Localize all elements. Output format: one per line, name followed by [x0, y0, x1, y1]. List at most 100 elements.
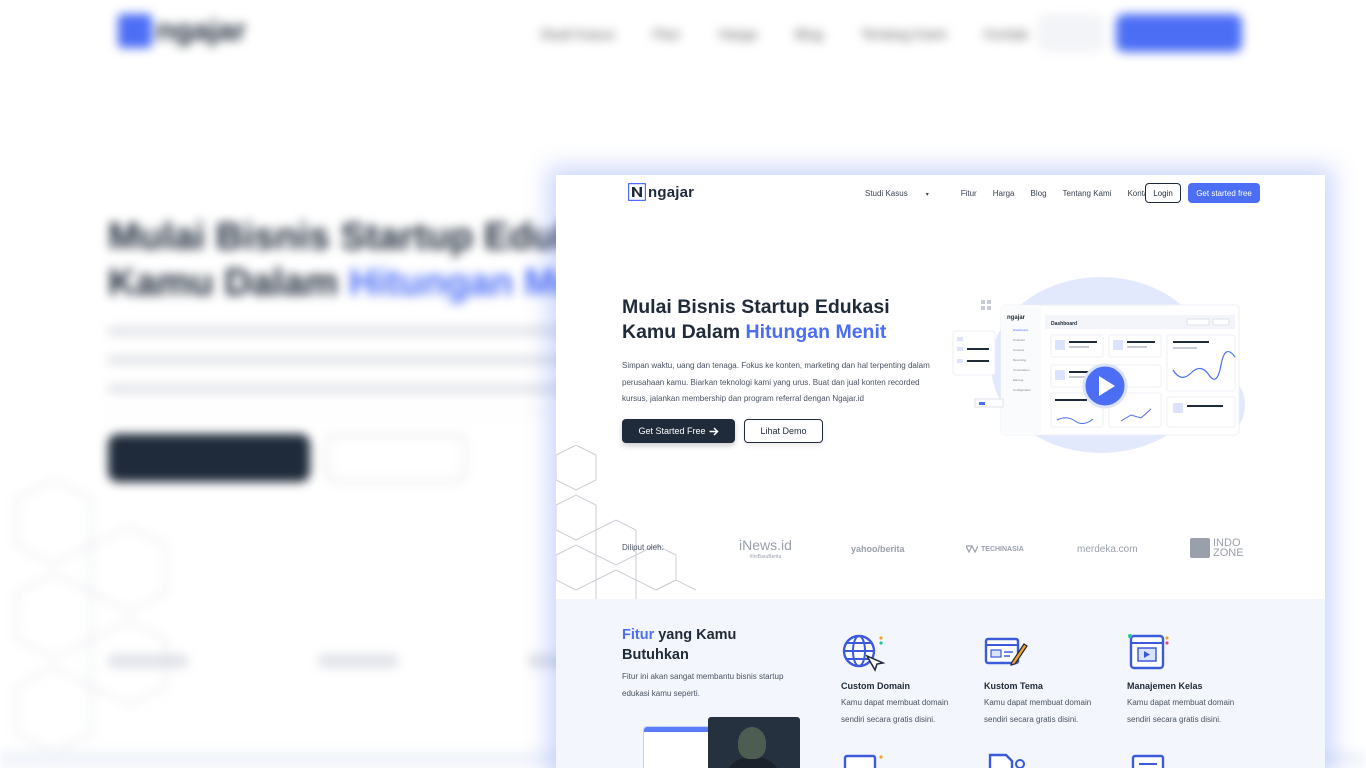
- nav-item-harga[interactable]: Harga: [993, 189, 1015, 198]
- feature-next-icon: [843, 754, 883, 768]
- feature-text: Kamu dapat membuat domain sendiri secara…: [1127, 698, 1235, 724]
- background-logo: ngajar: [118, 14, 246, 48]
- brand-logo[interactable]: ngajar: [628, 183, 694, 201]
- mock-chart-header: [1173, 341, 1209, 343]
- mock-menu-item: Commission: [1013, 368, 1030, 372]
- mock-panel-row: [957, 347, 963, 351]
- background-hero-title-line1: Mulai Bisnis Startup Edukasi: [108, 216, 630, 258]
- mock-card-thumb: [1173, 403, 1183, 413]
- hero-title-line1: Mulai Bisnis Startup Edukasi: [622, 296, 890, 318]
- mock-panel-row: [957, 359, 963, 363]
- feature-next-icon: [1131, 754, 1165, 768]
- mock-video-face: [738, 727, 766, 759]
- background-primary-button: [108, 434, 310, 482]
- feature-text: Kamu dapat membuat domain sendiri secara…: [984, 698, 1092, 724]
- indozone-wordmark: INDO ZONE: [1213, 538, 1244, 559]
- background-press-logo: [318, 654, 398, 668]
- caret-down-icon: ▾: [925, 192, 929, 198]
- feature-text: Kamu dapat membuat domain sendiri secara…: [841, 698, 949, 724]
- mock-select: [1212, 318, 1230, 326]
- background-login-button: [1038, 14, 1104, 52]
- hero-title-plain: Kamu Dalam: [622, 321, 746, 343]
- dashboard-illustration: ngajar Dashboard Products Courses Recurr…: [952, 277, 1245, 453]
- login-button[interactable]: Login: [1145, 183, 1181, 203]
- mock-panel-row: [967, 360, 989, 362]
- nav-item-tentang-kami[interactable]: Tentang Kami: [1063, 189, 1112, 198]
- background-logo-text: ngajar: [156, 14, 247, 47]
- background-nav-item: Kontak: [984, 26, 1029, 42]
- mock-panel-row: [967, 348, 989, 350]
- indozone-icon: [1190, 538, 1210, 558]
- logo-mark-icon: [628, 183, 646, 201]
- nav-item-blog[interactable]: Blog: [1031, 189, 1047, 198]
- features-title: Fitur yang Kamu Butuhkan: [622, 625, 782, 665]
- hero-title: Mulai Bisnis Startup Edukasi Kamu Dalam …: [622, 295, 932, 345]
- mock-menu-item: Courses: [1013, 348, 1025, 352]
- features-title-accent: Fitur: [622, 627, 655, 643]
- mock-select: [1186, 318, 1210, 326]
- inews-tagline: #IniBaruBerita: [749, 554, 782, 560]
- feature-custom-domain: Custom Domain Kamu dapat membuat domain …: [841, 632, 971, 728]
- mock-floating-input-fill: [979, 402, 985, 405]
- background-hero-description: [108, 326, 568, 414]
- hexagon-pattern: [556, 445, 696, 605]
- press-logo-techinasia[interactable]: TECHINASIA: [966, 545, 1024, 553]
- mock-browser-image: [643, 726, 711, 768]
- background-nav-item: Studi Kasus: [540, 26, 615, 42]
- mock-menu-item: Products: [1013, 338, 1025, 342]
- features-description: Fitur ini akan sangat membantu bisnis st…: [622, 672, 784, 698]
- press-logo-inews[interactable]: iNews.id #IniBaruBerita: [739, 538, 792, 563]
- background-nav-item: Tentang Kami: [860, 26, 947, 42]
- indozone-line2: ZONE: [1213, 547, 1244, 559]
- nav-links: Studi Kasus ▾ Fitur Harga Blog Tentang Ka…: [865, 189, 1168, 198]
- grid-icon: [981, 300, 991, 310]
- background-nav: Studi Kasus Fitur Harga Blog Tentang Kam…: [540, 26, 1028, 42]
- feature-name: Kustom Tema: [984, 681, 1043, 691]
- features-section: Fitur yang Kamu Butuhkan Fitur ini akan …: [556, 599, 1325, 768]
- background-hexagon-pattern: [15, 480, 168, 754]
- globe-icon: [842, 634, 886, 672]
- covered-by-label: Diliput oleh:: [622, 543, 664, 552]
- mock-video-image: [708, 717, 800, 768]
- background-hero-title-line2: Kamu Dalam Hitungan Menit: [108, 260, 628, 306]
- mock-logo-text: ngajar: [1007, 315, 1026, 321]
- mock-menu-item: Configuration: [1013, 388, 1031, 392]
- arrow-right-icon: [709, 426, 719, 436]
- background-hero-title-plain: Kamu Dalam: [108, 262, 349, 304]
- techinasia-icon: [966, 545, 978, 553]
- mock-panel-title: Dashboard: [1051, 321, 1077, 327]
- get-started-nav-button[interactable]: Get started free: [1188, 183, 1260, 203]
- mock-browser-bar: [644, 727, 710, 732]
- background-cta-button: [1116, 14, 1242, 52]
- mock-chart-card: [1166, 334, 1236, 392]
- nav-item-studi-kasus[interactable]: Studi Kasus ▾: [865, 189, 945, 198]
- nav-item-fitur[interactable]: Fitur: [961, 189, 977, 198]
- mock-panel-row: [957, 337, 963, 341]
- press-logo-merdeka[interactable]: merdeka.com: [1077, 544, 1138, 555]
- lihat-demo-button[interactable]: Lihat Demo: [744, 419, 823, 443]
- hero-title-line2: Kamu Dalam Hitungan Menit: [622, 320, 932, 345]
- background-logo-mark: [118, 14, 152, 48]
- get-started-free-button[interactable]: Get Started Free: [622, 419, 735, 443]
- mock-menu-item: Earning: [1013, 378, 1024, 382]
- background-nav-item: Fitur: [652, 26, 681, 42]
- brand-name: ngajar: [648, 183, 695, 201]
- top-navbar: ngajar Studi Kasus ▾ Fitur Harga Blog Ten…: [556, 175, 1325, 213]
- nav-item-label: Studi Kasus: [865, 189, 908, 198]
- feature-name: Manajemen Kelas: [1127, 681, 1203, 691]
- background-secondary-button: [326, 434, 466, 482]
- mock-card-line: [1187, 405, 1223, 407]
- feature-kustom-tema: Kustom Tema Kamu dapat membuat domain se…: [984, 632, 1114, 728]
- hero-title-accent: Hitungan Menit: [745, 321, 887, 343]
- mock-chart-header: [1173, 347, 1197, 349]
- get-started-free-label: Get Started Free: [638, 426, 706, 436]
- preview-card: ngajar Studi Kasus ▾ Fitur Harga Blog Ten…: [556, 175, 1325, 768]
- techinasia-name: TECHINASIA: [981, 545, 1024, 553]
- feature-manajemen-kelas: Manajemen Kelas Kamu dapat membuat domai…: [1127, 632, 1257, 728]
- mock-menu-item: Recurring: [1013, 358, 1026, 362]
- press-logo-yahoo[interactable]: yahoo/berita: [851, 544, 905, 554]
- press-logo-indozone[interactable]: INDO ZONE: [1190, 538, 1244, 559]
- mock-menu-item: Dashboard: [1013, 328, 1028, 332]
- background-nav-item: Harga: [718, 26, 757, 42]
- class-icon: [1128, 634, 1169, 670]
